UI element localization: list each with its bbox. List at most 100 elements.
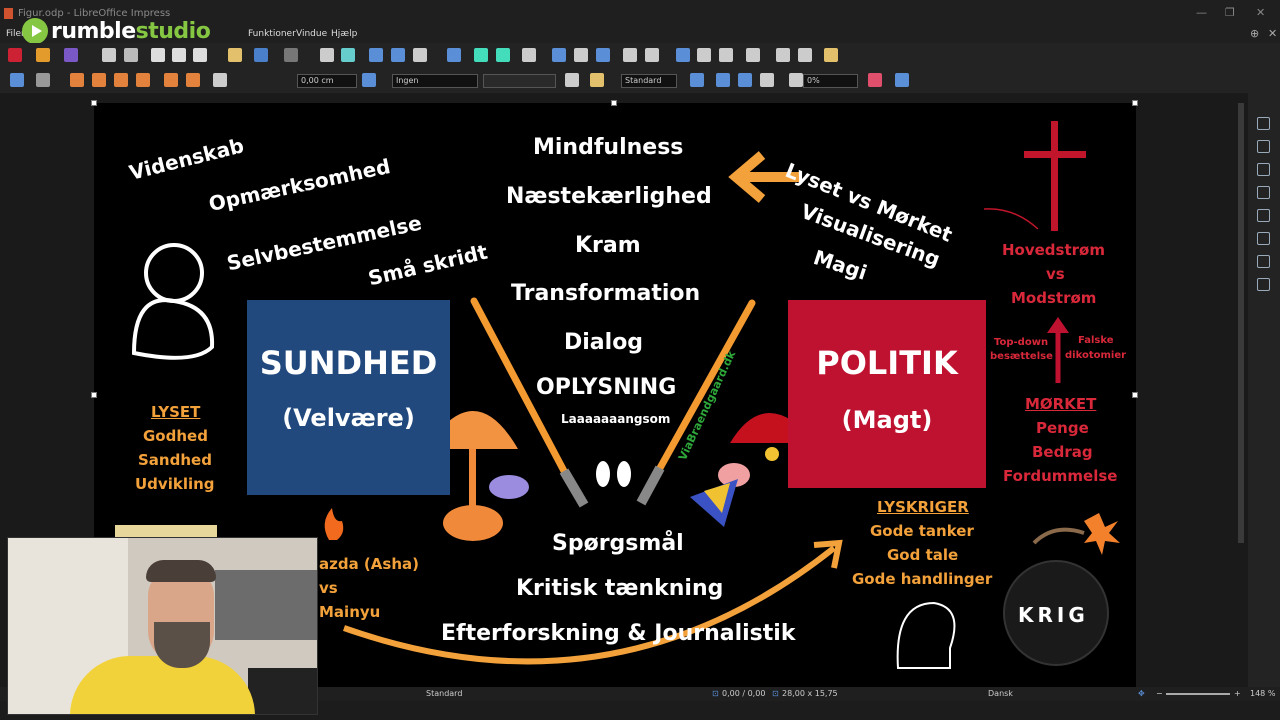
filter-icon[interactable]	[690, 73, 704, 87]
menu-vindue[interactable]: Vindue	[296, 29, 327, 39]
chart-icon[interactable]	[596, 48, 610, 62]
menu-hjaelp[interactable]: Hjælp	[331, 29, 357, 39]
header-footer-icon[interactable]	[746, 48, 760, 62]
slide-transition-icon[interactable]	[1257, 232, 1270, 245]
bring-front-icon[interactable]	[70, 73, 84, 87]
status-language[interactable]: Dansk	[988, 689, 1013, 698]
line-ends-icon[interactable]	[590, 73, 604, 87]
animation-icon[interactable]	[1257, 255, 1270, 268]
reverse-icon[interactable]	[213, 73, 227, 87]
redo-icon[interactable]	[284, 48, 298, 62]
resize-handle-left[interactable]	[91, 392, 97, 398]
export-icon[interactable]	[102, 48, 116, 62]
word-mainyu-partial: Mainyu	[319, 603, 381, 621]
fontwork-icon[interactable]	[676, 48, 690, 62]
zoom-out-button[interactable]: −	[1156, 689, 1163, 698]
minimize-button[interactable]: —	[1196, 6, 1207, 19]
send-back-icon[interactable]	[136, 73, 150, 87]
status-size: 28,00 x 15,75	[782, 689, 838, 698]
table-icon[interactable]	[522, 48, 536, 62]
new-icon[interactable]	[8, 48, 22, 62]
resize-handle-right[interactable]	[1132, 392, 1138, 398]
vertical-scrollbar[interactable]	[1238, 103, 1244, 543]
master-slides-icon[interactable]	[1257, 278, 1270, 291]
align-icon[interactable]	[36, 73, 50, 87]
menu-funktioner[interactable]: Funktioner	[248, 29, 296, 39]
grid-icon[interactable]	[369, 48, 383, 62]
maximize-button[interactable]: ❐	[1225, 6, 1235, 19]
properties-icon[interactable]	[1257, 117, 1270, 130]
open-icon[interactable]	[36, 48, 50, 62]
line-width-field[interactable]: 0,00 cm	[297, 74, 357, 88]
start-first-slide-icon[interactable]	[474, 48, 488, 62]
word-efterforskning: Efterforskning & Journalistik	[441, 621, 796, 646]
flip-horizontal-icon[interactable]	[738, 73, 752, 87]
right-footprint	[617, 461, 631, 487]
image-properties-icon[interactable]	[895, 73, 909, 87]
zoom-slider[interactable]	[1166, 693, 1230, 695]
master-slide-icon[interactable]	[447, 48, 461, 62]
line-color-icon[interactable]	[362, 73, 376, 87]
image-icon[interactable]	[552, 48, 566, 62]
hyperlink-icon[interactable]	[697, 48, 711, 62]
comment-icon[interactable]	[719, 48, 733, 62]
area-style-select[interactable]: Ingen	[392, 74, 478, 88]
crop-icon[interactable]	[760, 73, 774, 87]
line-and-filling-toolbar: 0,00 cm Ingen Standard 0%	[0, 68, 1280, 93]
position-icon: ⊡	[712, 689, 719, 698]
styles-icon[interactable]	[1257, 140, 1270, 153]
transparency-icon[interactable]	[789, 73, 803, 87]
resize-handle-top-right[interactable]	[1132, 100, 1138, 106]
clone-format-icon[interactable]	[228, 48, 242, 62]
duplicate-slide-icon[interactable]	[798, 48, 812, 62]
transform-icon[interactable]	[10, 73, 24, 87]
area-fill-select[interactable]	[483, 74, 556, 88]
red-up-arrow-head	[1047, 317, 1069, 333]
cross-horizontal	[1024, 151, 1086, 158]
size-icon: ⊡	[772, 689, 779, 698]
status-zoom[interactable]: 148 %	[1250, 689, 1275, 698]
gallery-icon[interactable]	[1257, 163, 1270, 176]
sundhed-title: SUNDHED	[259, 344, 438, 382]
resize-handle-top[interactable]	[611, 100, 617, 106]
zoom-in-button[interactable]: +	[1234, 689, 1241, 698]
sundhed-box: SUNDHED (Velvære)	[247, 300, 450, 495]
in-front-of-object-icon[interactable]	[164, 73, 178, 87]
slide-layout-icon[interactable]	[824, 48, 838, 62]
special-character-icon[interactable]	[645, 48, 659, 62]
textbox-icon[interactable]	[623, 48, 637, 62]
save-icon[interactable]	[64, 48, 78, 62]
spelling-icon[interactable]	[341, 48, 355, 62]
resize-handle-top-left[interactable]	[91, 100, 97, 106]
fire-icon	[324, 508, 344, 540]
lyset-item-godhed: Godhed	[143, 427, 208, 445]
word-dialog: Dialog	[564, 330, 644, 355]
forward-one-icon[interactable]	[92, 73, 106, 87]
fit-slide-icon[interactable]: ✥	[1138, 689, 1145, 698]
globe-icon[interactable]: ⊕	[1250, 27, 1259, 40]
cut-icon[interactable]	[151, 48, 165, 62]
paste-icon[interactable]	[193, 48, 207, 62]
shadow-icon[interactable]	[565, 73, 579, 87]
display-views-icon[interactable]	[413, 48, 427, 62]
sidebar	[1238, 93, 1280, 687]
close-button[interactable]: ✕	[1256, 6, 1265, 19]
media-icon[interactable]	[574, 48, 588, 62]
navigator-icon[interactable]	[1257, 186, 1270, 199]
start-current-slide-icon[interactable]	[496, 48, 510, 62]
backward-one-icon[interactable]	[114, 73, 128, 87]
helplines-icon[interactable]	[391, 48, 405, 62]
undo-icon[interactable]	[254, 48, 268, 62]
new-slide-icon[interactable]	[776, 48, 790, 62]
behind-object-icon[interactable]	[186, 73, 200, 87]
transparency-field[interactable]: 0%	[803, 74, 858, 88]
image-filter-select[interactable]: Standard	[621, 74, 677, 88]
shapes-icon[interactable]	[1257, 209, 1270, 222]
copy-icon[interactable]	[172, 48, 186, 62]
close-document-icon[interactable]: ✕	[1268, 27, 1277, 40]
find-icon[interactable]	[320, 48, 334, 62]
color-icon[interactable]	[868, 73, 882, 87]
flip-vertical-icon[interactable]	[716, 73, 730, 87]
word-kritisk-taenkning: Kritisk tænkning	[516, 576, 724, 601]
print-icon[interactable]	[124, 48, 138, 62]
